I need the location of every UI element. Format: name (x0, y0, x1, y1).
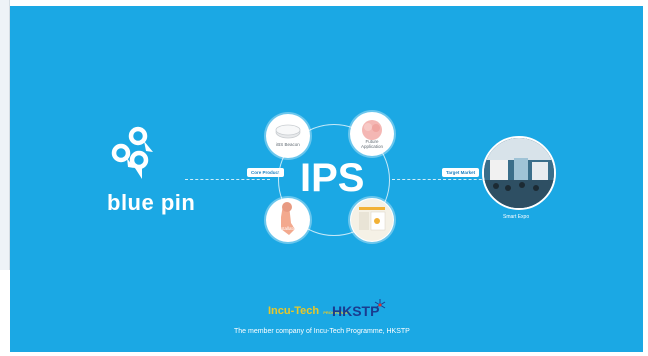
node-installation-caption: Installation (277, 226, 299, 231)
connector-right (392, 179, 492, 180)
connector-left (185, 179, 270, 180)
node-beacon-label: iBS Beacon (276, 142, 300, 147)
footer-tagline: The member company of Incu-Tech Programm… (234, 328, 410, 335)
window-left-edge (0, 0, 10, 270)
target-market-photo (482, 136, 556, 210)
brand-name: blue pin (107, 190, 196, 215)
hkstp-star-icon (374, 299, 386, 309)
node-dashboard (350, 198, 394, 242)
incu-tech-text: Incu-Tech (268, 305, 320, 317)
node-future-application: Future Application (350, 112, 394, 156)
dashboard-screenshot-icon (351, 199, 393, 241)
market-caption: Smart Expo (503, 214, 530, 220)
hand-install-icon (267, 199, 309, 241)
node-beacon: iBS Beacon (266, 114, 310, 158)
ips-title: IPS (300, 156, 365, 200)
expo-crowd-image (484, 138, 554, 208)
beacon-device-icon (275, 124, 301, 139)
tag-target-market: Target Market (442, 168, 480, 177)
node-installation: iBS Beacon Installation (266, 198, 310, 242)
node-future-label: Future Application (360, 139, 383, 149)
blue-pin-logo-icon (111, 126, 153, 179)
slide-canvas: blue pin Core Product Target Market IPS … (10, 6, 643, 352)
